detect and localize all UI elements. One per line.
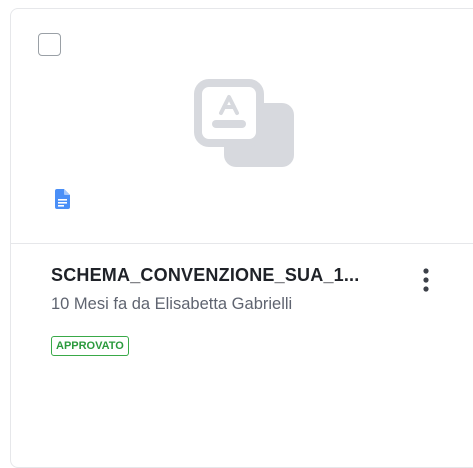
document-icon	[55, 189, 70, 209]
document-info: SCHEMA_CONVENZIONE_SUA_1... 10 Mesi fa d…	[11, 243, 473, 463]
document-preview	[11, 9, 473, 244]
document-title[interactable]: SCHEMA_CONVENZIONE_SUA_1...	[51, 265, 401, 286]
more-vertical-icon[interactable]	[416, 266, 436, 298]
document-card[interactable]: SCHEMA_CONVENZIONE_SUA_1... 10 Mesi fa d…	[10, 8, 473, 468]
document-meta: 10 Mesi fa da Elisabetta Gabrielli	[51, 295, 293, 313]
status-badge: APPROVATO	[51, 336, 129, 356]
select-checkbox[interactable]	[38, 33, 61, 56]
image-placeholder-icon	[194, 79, 294, 167]
